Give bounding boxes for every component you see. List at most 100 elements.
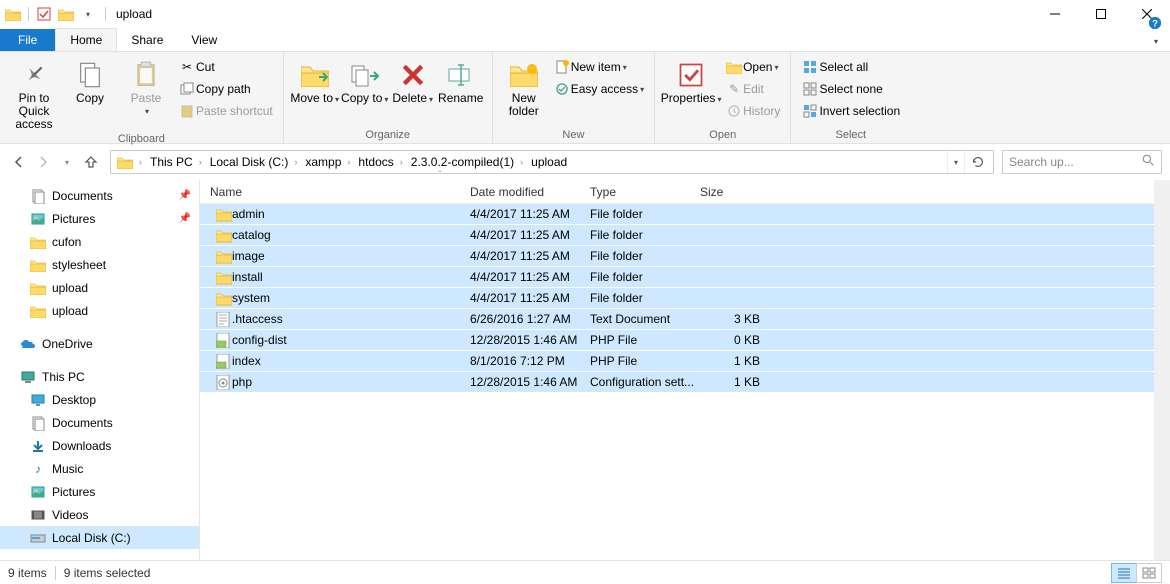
folder-icon	[210, 228, 232, 243]
cut-button[interactable]: ✂Cut	[174, 56, 277, 78]
back-button[interactable]	[8, 151, 30, 173]
nav-label: stylesheet	[48, 258, 106, 272]
history-button[interactable]: History	[721, 100, 784, 122]
header-type[interactable]: Type	[580, 185, 700, 199]
qat-new-folder-icon[interactable]	[55, 3, 77, 25]
open-button[interactable]: Open▾	[721, 56, 784, 78]
file-type: PHP File	[580, 333, 700, 347]
file-row[interactable]: .htaccess6/26/2016 1:27 AMText Document3…	[200, 309, 1154, 330]
nav-videos[interactable]: Videos	[0, 503, 199, 526]
new-item-button[interactable]: New item▾	[549, 56, 648, 78]
file-row[interactable]: php12/28/2015 1:46 AMConfiguration sett.…	[200, 372, 1154, 393]
nav-pane[interactable]: Documents📌 Pictures📌 cufon stylesheet up…	[0, 180, 200, 560]
nav-cufon[interactable]: cufon	[0, 230, 199, 253]
tab-home[interactable]: Home	[55, 28, 117, 51]
selectnone-icon	[801, 82, 819, 96]
file-date: 4/4/2017 11:25 AM	[460, 228, 580, 242]
file-row[interactable]: catalog4/4/2017 11:25 AMFile folder	[200, 225, 1154, 246]
nav-stylesheet[interactable]: stylesheet	[0, 253, 199, 276]
select-all-button[interactable]: Select all	[797, 56, 904, 78]
nav-upload2[interactable]: upload	[0, 299, 199, 322]
pasteshort-label: Paste shortcut	[196, 104, 273, 118]
file-type: File folder	[580, 270, 700, 284]
tab-view[interactable]: View	[177, 29, 231, 51]
path-root-icon[interactable]: ›	[113, 151, 146, 173]
new-folder-button[interactable]: New folder	[499, 54, 549, 118]
header-date[interactable]: Date modified	[460, 185, 580, 199]
header-name[interactable]: Name	[200, 185, 460, 199]
file-row[interactable]: image4/4/2017 11:25 AMFile folder	[200, 246, 1154, 267]
folder-icon	[210, 270, 232, 285]
maximize-button[interactable]	[1078, 0, 1124, 28]
file-row[interactable]: index8/1/2016 7:12 PMPHP File1 KB	[200, 351, 1154, 372]
file-row[interactable]: admin4/4/2017 11:25 AMFile folder	[200, 204, 1154, 225]
pin-icon: 📌	[179, 190, 191, 201]
nav-localdisk[interactable]: Local Disk (C:)	[0, 526, 199, 549]
nav-desktop[interactable]: Desktop	[0, 388, 199, 411]
header-size[interactable]: Size	[700, 185, 770, 199]
copy-path-button[interactable]: Copy path	[174, 78, 277, 100]
nav-documents[interactable]: Documents📌	[0, 184, 199, 207]
nav-onedrive[interactable]: OneDrive	[0, 332, 199, 355]
qat-properties-icon[interactable]	[33, 3, 55, 25]
qat-dropdown-icon[interactable]: ▾	[77, 3, 99, 25]
rename-button[interactable]: Rename	[436, 54, 486, 105]
file-row[interactable]: system4/4/2017 11:25 AMFile folder	[200, 288, 1154, 309]
recent-dropdown[interactable]: ▾	[56, 151, 78, 173]
copy-button[interactable]: Copy	[62, 54, 118, 105]
app-icon[interactable]	[2, 3, 24, 25]
group-clipboard: Pin to Quick access Copy Paste ▾ ✂Cut Co…	[0, 52, 284, 143]
nav-upload1[interactable]: upload	[0, 276, 199, 299]
file-name: .htaccess	[232, 312, 283, 326]
nav-label: upload	[48, 304, 88, 318]
edit-label: Edit	[743, 82, 764, 96]
file-row[interactable]: config-dist12/28/2015 1:46 AMPHP File0 K…	[200, 330, 1154, 351]
invert-selection-button[interactable]: Invert selection	[797, 100, 904, 122]
forward-button[interactable]	[32, 151, 54, 173]
up-button[interactable]	[80, 151, 102, 173]
pin-to-quick-access-button[interactable]: Pin to Quick access	[6, 54, 62, 131]
file-date: 8/1/2016 7:12 PM	[460, 354, 580, 368]
file-size: 0 KB	[700, 333, 770, 347]
file-size: 3 KB	[700, 312, 770, 326]
view-buttons	[1112, 563, 1162, 583]
paste-button[interactable]: Paste ▾	[118, 54, 174, 118]
nav-pictures2[interactable]: Pictures	[0, 480, 199, 503]
scrollbar[interactable]	[1154, 180, 1170, 560]
copy-to-button[interactable]: Copy to▾	[340, 54, 390, 106]
move-to-button[interactable]: Move to▾	[290, 54, 340, 106]
file-rows: admin4/4/2017 11:25 AMFile foldercatalog…	[200, 204, 1154, 393]
minimize-button[interactable]	[1032, 0, 1078, 28]
thumbnails-view-button[interactable]	[1136, 563, 1162, 583]
nav-thispc[interactable]: This PC	[0, 365, 199, 388]
delete-button[interactable]: Delete▾	[390, 54, 436, 106]
divider	[28, 7, 29, 21]
breadcrumb-segment[interactable]: This PC›	[146, 151, 206, 173]
nav-label: Downloads	[48, 439, 111, 453]
desktop-icon	[28, 393, 48, 407]
easy-access-button[interactable]: Easy access▾	[549, 78, 648, 100]
select-none-button[interactable]: Select none	[797, 78, 904, 100]
nav-label: cufon	[48, 235, 81, 249]
tab-share[interactable]: Share	[117, 29, 177, 51]
file-name: index	[232, 354, 261, 368]
nav-downloads[interactable]: Downloads	[0, 434, 199, 457]
paste-shortcut-button[interactable]: Paste shortcut	[174, 100, 277, 122]
php-icon	[210, 354, 232, 369]
file-row[interactable]: install4/4/2017 11:25 AMFile folder	[200, 267, 1154, 288]
help-button[interactable]: ? ▾	[1146, 16, 1170, 51]
dropdown-history-icon[interactable]: ▾	[947, 151, 964, 173]
properties-button[interactable]: Properties▾	[661, 54, 721, 106]
copy-label: Copy	[76, 92, 104, 105]
edit-button[interactable]: ✎Edit	[721, 78, 784, 100]
divider	[105, 7, 106, 21]
nav-music[interactable]: ♪Music	[0, 457, 199, 480]
nav-pictures[interactable]: Pictures📌	[0, 207, 199, 230]
search-input[interactable]: Search up...	[1002, 150, 1162, 174]
tab-file[interactable]: File	[0, 29, 55, 51]
details-view-button[interactable]	[1111, 563, 1137, 583]
nav-documents2[interactable]: Documents	[0, 411, 199, 434]
refresh-button[interactable]	[964, 151, 991, 173]
folder-icon	[28, 304, 48, 318]
pictures-icon	[28, 211, 48, 227]
